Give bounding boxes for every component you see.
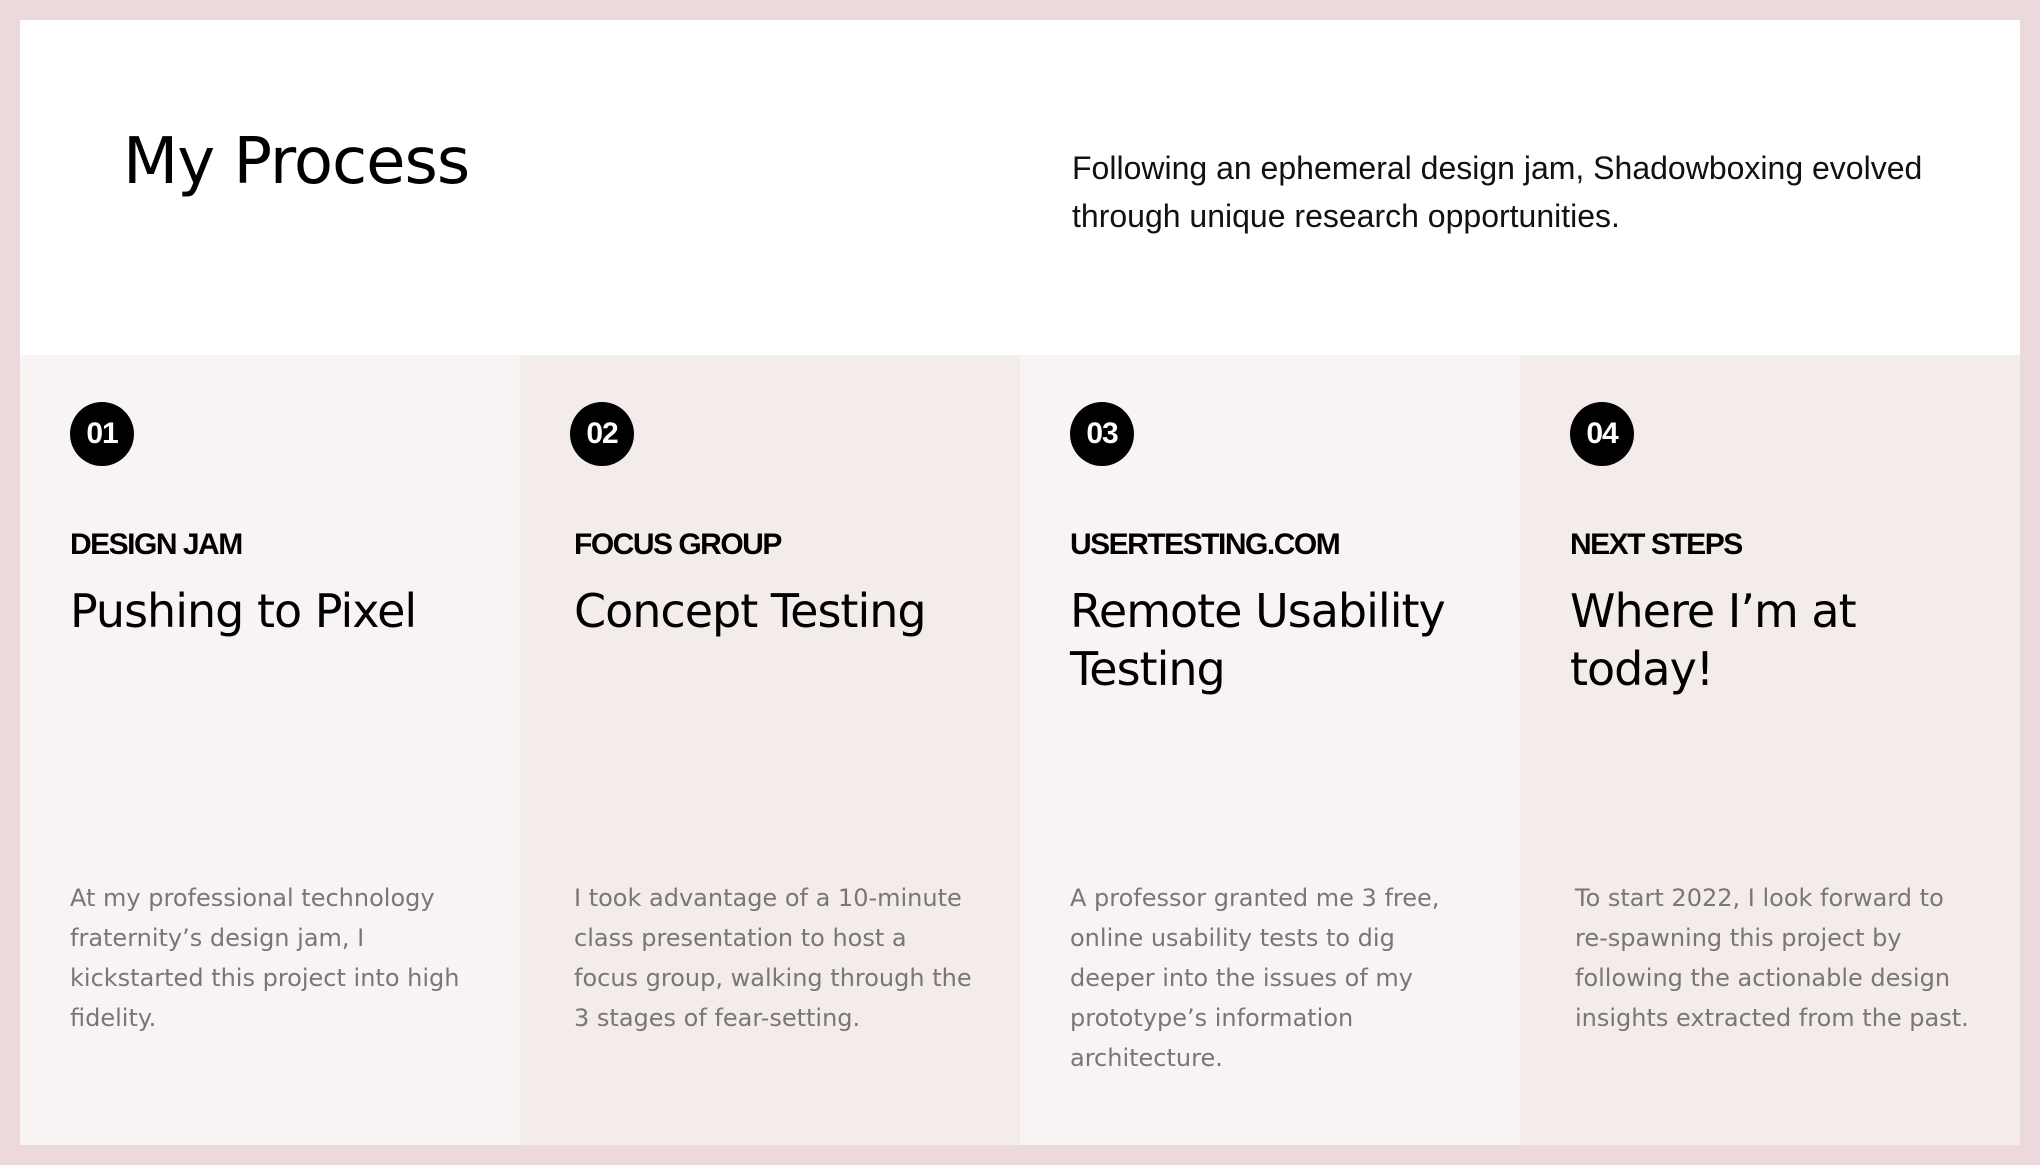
- step-eyebrow: USERTESTING.COM: [1070, 528, 1341, 561]
- page-title: My Process: [123, 125, 470, 199]
- step-description: To start 2022, I look forward to re-spaw…: [1575, 884, 1969, 1032]
- step-eyebrow: FOCUS GROUP: [574, 528, 782, 561]
- step-description: A professor granted me 3 free, online us…: [1070, 884, 1440, 1072]
- step-eyebrow: DESIGN JAM: [70, 528, 243, 561]
- intro-text: Following an ephemeral design jam, Shado…: [1072, 150, 1923, 234]
- step-number-badge: 02: [570, 402, 634, 466]
- step-number-badge: 03: [1070, 402, 1134, 466]
- step-description: I took advantage of a 10-minute class pr…: [574, 884, 972, 1032]
- step-number-badge: 04: [1570, 402, 1634, 466]
- step-card-focus-group: 02 FOCUS GROUP Concept Testing I took ad…: [520, 355, 1020, 1145]
- step-number-badge: 01: [70, 402, 134, 466]
- step-eyebrow: NEXT STEPS: [1570, 528, 1743, 561]
- step-title: Where I’m at today!: [1570, 584, 1857, 696]
- step-description: At my professional technology fraternity…: [70, 884, 460, 1032]
- step-card-design-jam: 01 DESIGN JAM Pushing to Pixel At my pro…: [20, 355, 520, 1145]
- process-steps: 01 DESIGN JAM Pushing to Pixel At my pro…: [20, 355, 2020, 1145]
- step-card-usertesting: 03 USERTESTING.COM Remote Usability Test…: [1020, 355, 1520, 1145]
- step-card-next-steps: 04 NEXT STEPS Where I’m at today! To sta…: [1520, 355, 2020, 1145]
- step-title: Concept Testing: [574, 584, 927, 638]
- section-header: My Process Following an ephemeral design…: [20, 20, 2020, 355]
- process-section: My Process Following an ephemeral design…: [20, 20, 2020, 1145]
- step-title: Pushing to Pixel: [70, 584, 417, 638]
- step-title: Remote Usability Testing: [1070, 584, 1446, 696]
